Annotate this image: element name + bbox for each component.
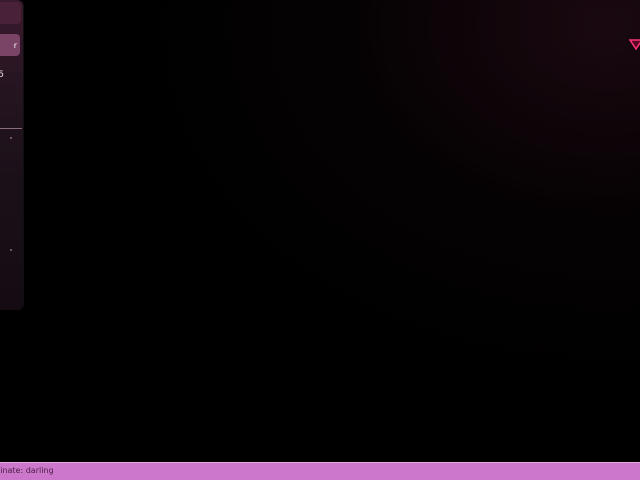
status-text: rdinate: darling bbox=[0, 466, 54, 475]
panel-top-button[interactable] bbox=[0, 2, 21, 24]
panel-divider bbox=[0, 128, 22, 129]
panel-dot-marker bbox=[10, 137, 12, 139]
panel-selected-button[interactable]: r bbox=[0, 34, 20, 56]
status-bar: rdinate: darling bbox=[0, 462, 640, 480]
side-menu-panel: r 5 bbox=[0, 0, 23, 310]
panel-value-text: 5 bbox=[0, 70, 4, 80]
game-screen[interactable]: r 5 rdinate: darling bbox=[0, 0, 640, 480]
panel-dot-marker bbox=[10, 249, 12, 251]
down-triangle-icon[interactable] bbox=[629, 38, 640, 52]
